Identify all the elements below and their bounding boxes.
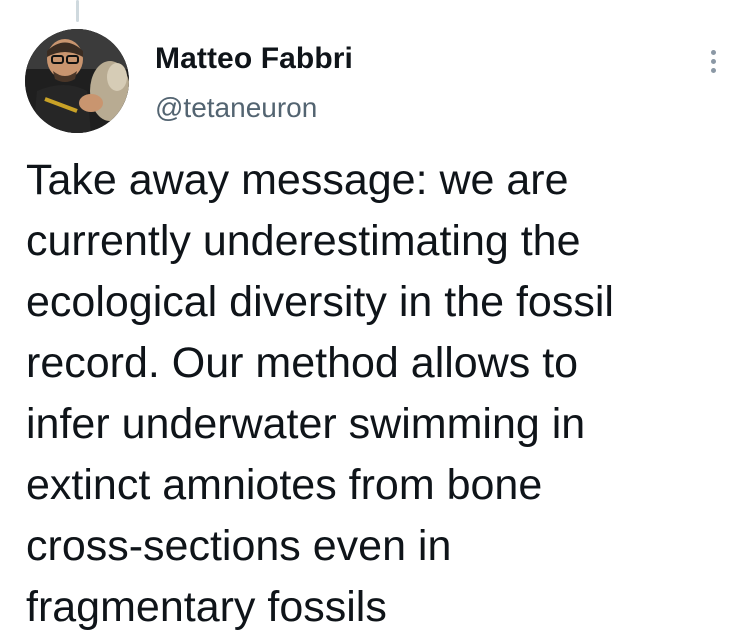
tweet-text-line: record. Our method allows to xyxy=(26,339,579,387)
tweet-text-line: extinct amniotes from bone xyxy=(26,461,543,509)
more-options-icon xyxy=(711,50,716,55)
tweet-text-line: ecological diversity in the fossil xyxy=(26,278,614,326)
more-options-button[interactable] xyxy=(700,40,730,80)
author-display-name[interactable]: Matteo Fabbri xyxy=(155,42,353,76)
more-options-icon-dot xyxy=(711,59,716,64)
tweet-text-line: currently underestimating the xyxy=(26,217,581,265)
tweet-text-line: fragmentary fossils xyxy=(26,583,387,631)
thread-connector-line xyxy=(76,0,79,22)
more-options-icon-dot xyxy=(711,68,716,73)
tweet-text-line: Take away message: we are xyxy=(26,156,569,204)
profile-photo-icon xyxy=(25,29,129,133)
avatar[interactable] xyxy=(25,29,129,133)
author-handle[interactable]: @tetaneuron xyxy=(155,92,317,124)
tweet-text: Take away message: we are currently unde… xyxy=(26,150,741,638)
tweet-text-line: cross-sections even in xyxy=(26,522,452,570)
tweet-text-line: infer underwater swimming in xyxy=(26,400,586,448)
